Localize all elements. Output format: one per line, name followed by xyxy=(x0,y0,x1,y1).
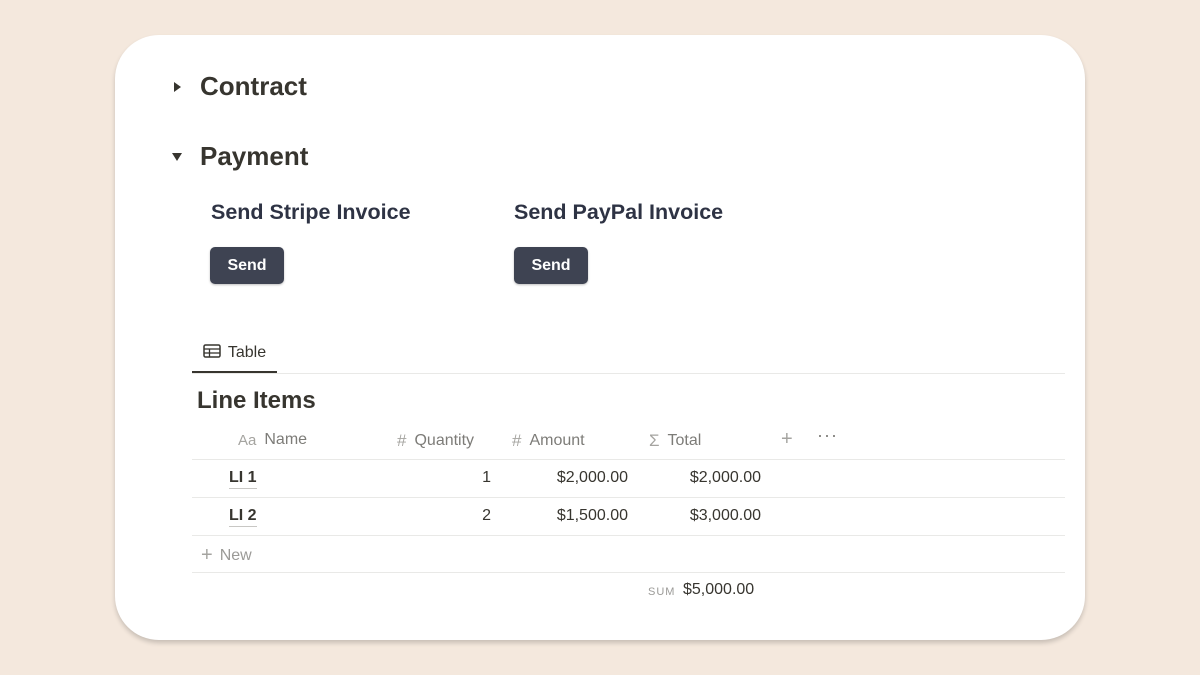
toggle-contract[interactable]: Contract xyxy=(167,71,307,102)
column-header-total[interactable]: Σ Total xyxy=(649,431,701,451)
toggle-payment[interactable]: Payment xyxy=(167,141,308,172)
more-options-icon[interactable]: ··· xyxy=(817,425,838,446)
tab-divider xyxy=(192,373,1065,374)
text-property-icon: Aa xyxy=(238,431,257,449)
row-1-quantity[interactable]: 1 xyxy=(435,469,491,487)
column-header-quantity-label: Quantity xyxy=(414,432,475,449)
stripe-invoice-block: Send Stripe Invoice xyxy=(211,200,411,225)
contract-heading: Contract xyxy=(200,71,307,101)
row-2-total[interactable]: $3,000.00 xyxy=(655,507,761,525)
row-2-name[interactable]: LI 2 xyxy=(229,507,257,527)
row-divider xyxy=(192,572,1065,573)
number-property-icon: # xyxy=(397,431,407,450)
add-property-icon[interactable]: + xyxy=(781,428,793,451)
plus-icon: + xyxy=(201,544,213,566)
column-header-amount[interactable]: # Amount xyxy=(512,431,585,451)
row-1-total[interactable]: $2,000.00 xyxy=(655,469,761,487)
column-header-name[interactable]: Aa Name xyxy=(238,431,307,449)
column-header-amount-label: Amount xyxy=(529,432,585,449)
send-stripe-button[interactable]: Send xyxy=(210,247,284,284)
row-divider xyxy=(192,459,1065,460)
number-property-icon: # xyxy=(512,431,522,450)
sum-value[interactable]: $5,000.00 xyxy=(683,581,754,599)
row-1-name[interactable]: LI 1 xyxy=(229,469,257,489)
caret-down-icon[interactable] xyxy=(167,147,187,167)
row-1-amount[interactable]: $2,000.00 xyxy=(515,469,628,487)
caret-right-icon[interactable] xyxy=(167,77,187,97)
column-header-total-label: Total xyxy=(667,432,702,449)
column-header-name-label: Name xyxy=(264,431,308,448)
table-icon xyxy=(203,343,221,363)
paypal-invoice-title: Send PayPal Invoice xyxy=(514,200,724,224)
row-2-quantity[interactable]: 2 xyxy=(435,507,491,525)
tab-table-label: Table xyxy=(227,344,267,361)
new-row-label: New xyxy=(219,546,252,564)
row-divider xyxy=(192,535,1065,536)
tab-table-view[interactable]: Table xyxy=(192,335,277,373)
page-card: Contract Payment Send Stripe Invoice Sen… xyxy=(115,35,1085,640)
paypal-invoice-block: Send PayPal Invoice xyxy=(514,200,723,225)
new-row-button[interactable]: + New xyxy=(201,544,252,567)
formula-property-icon: Σ xyxy=(649,431,660,450)
sum-label: SUM xyxy=(648,586,676,598)
database-title: Line Items xyxy=(197,387,316,414)
column-header-quantity[interactable]: # Quantity xyxy=(397,431,474,451)
payment-heading: Payment xyxy=(200,141,309,171)
stripe-invoice-title: Send Stripe Invoice xyxy=(211,200,411,224)
row-2-amount[interactable]: $1,500.00 xyxy=(515,507,628,525)
send-paypal-button[interactable]: Send xyxy=(514,247,588,284)
row-divider xyxy=(192,497,1065,498)
